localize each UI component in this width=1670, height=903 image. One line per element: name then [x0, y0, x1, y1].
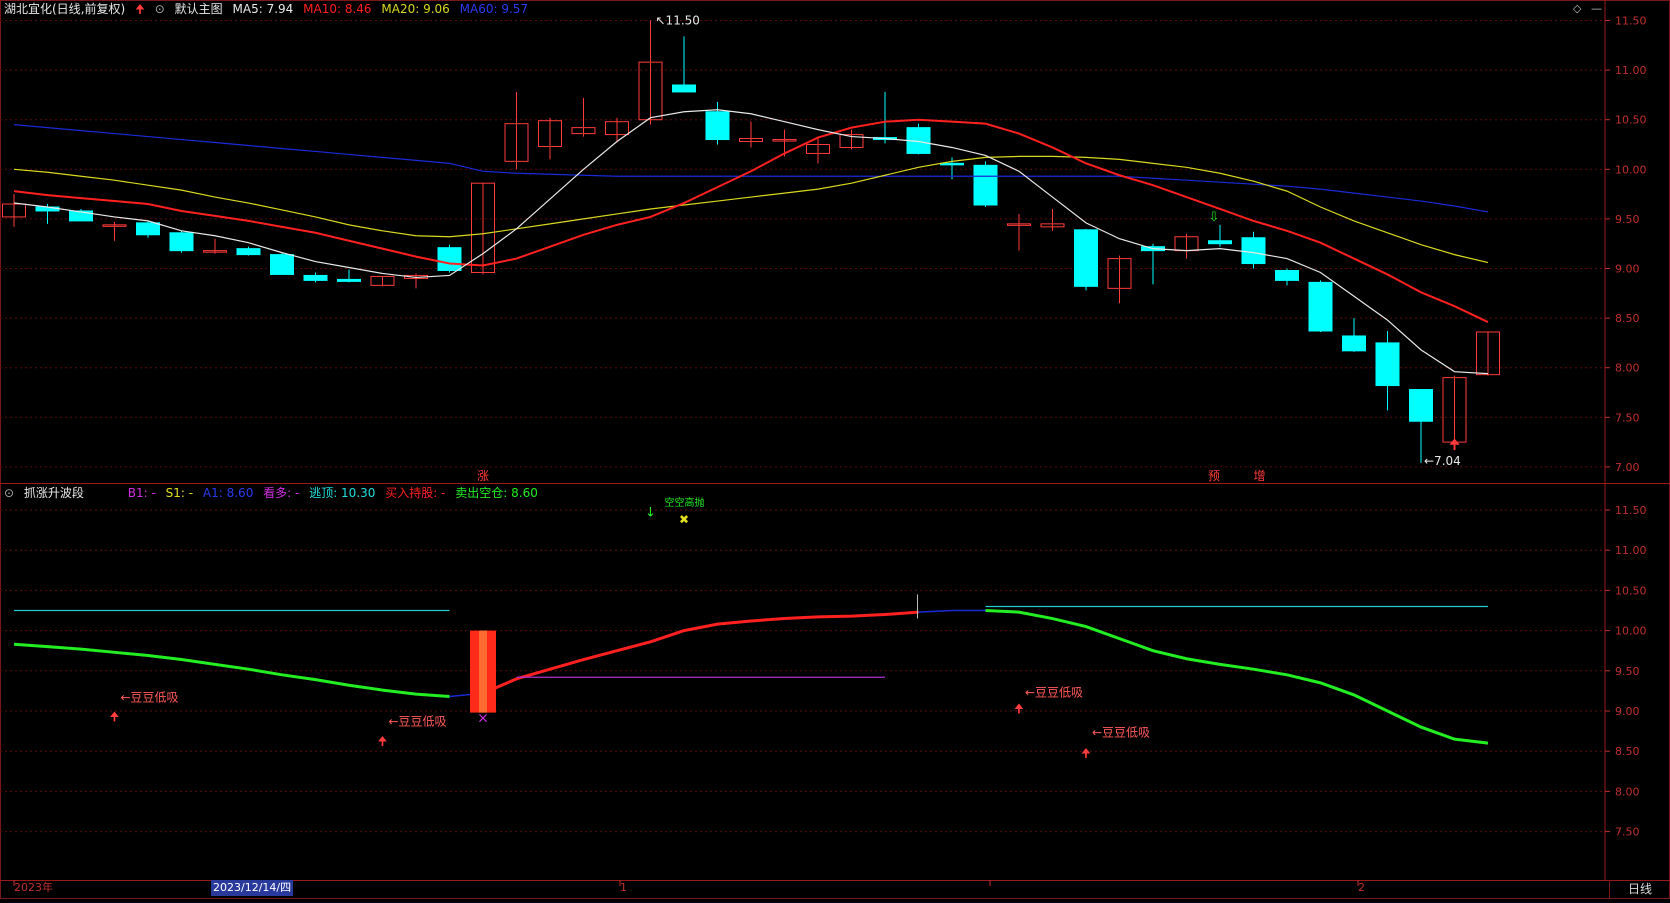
low-buy-arrow-icon: 🠉 — [1081, 746, 1091, 760]
signal-yu: 预 — [1208, 469, 1220, 483]
main-header: 湖北宜化(日线,前复权) 🠉 ⊙ 默认主图 MA5: 7.94 MA10: 8.… — [4, 1, 534, 17]
sub-header: ⊙ 抓涨升波段 B1: - S1: - A1: 8.60 看多: - 逃顶: 1… — [4, 485, 544, 501]
diamond-icon[interactable]: ◇ — [1573, 2, 1581, 15]
candle-body — [1275, 269, 1299, 281]
buy-cross-icon: × — [477, 711, 489, 727]
chart-settings-icon[interactable]: ⊙ — [155, 2, 165, 16]
sell-signal-icon: 🠉 — [1449, 437, 1461, 453]
wave-blue-link-2 — [918, 609, 986, 613]
candle-body — [1342, 335, 1366, 352]
chart-name[interactable]: 默认主图 — [175, 2, 223, 16]
price-tick-label: 11.00 — [1615, 64, 1647, 77]
buy-hold-label: 买入持股: - — [385, 486, 446, 500]
signal-zhang: 涨 — [477, 468, 489, 483]
period-button[interactable]: 日线 — [1609, 880, 1670, 898]
candle-body — [337, 278, 361, 282]
sub-tick-label: 7.50 — [1615, 826, 1640, 839]
low-buy-arrow-icon: 🠉 — [378, 734, 388, 748]
sub-tick-label: 11.50 — [1615, 504, 1647, 517]
candle-body — [270, 254, 294, 275]
candle-body — [940, 162, 964, 166]
candle-body — [1308, 281, 1333, 332]
ma10-line — [13, 118, 1489, 323]
outer-frame — [0, 0, 1670, 899]
candle-body — [705, 111, 730, 141]
b1-label: B1: - — [127, 486, 156, 500]
low-buy-arrow-icon: 🠉 — [110, 710, 120, 724]
candle-body — [303, 274, 328, 281]
price-tick-label: 11.50 — [1615, 15, 1647, 28]
sub-tick-label: 9.50 — [1615, 665, 1640, 678]
price-tick-label: 10.50 — [1615, 114, 1647, 127]
ma5-label: MA5: 7.94 — [232, 2, 294, 16]
date-month-1: 1 — [620, 881, 627, 894]
date-selected[interactable]: 2023/12/14/四 — [211, 880, 294, 896]
ma10-label: MA10: 8.46 — [303, 2, 372, 16]
price-tick-label: 8.00 — [1615, 362, 1640, 375]
sub-tick-label: 10.50 — [1615, 584, 1647, 597]
low-buy-label: ←豆豆低吸 — [1025, 686, 1083, 700]
price-tick-label: 7.00 — [1615, 461, 1640, 474]
buy-signal-icon: ⇩ — [1209, 210, 1220, 225]
low-buy-label: ←豆豆低吸 — [389, 714, 447, 728]
ma60-label: MA60: 9.57 — [459, 2, 529, 16]
signal-zeng: 增 — [1253, 469, 1265, 483]
candle-body — [1074, 229, 1098, 287]
sub-tick-label: 8.00 — [1615, 785, 1640, 798]
candle-body — [1208, 240, 1232, 245]
indicator-name[interactable]: 抓涨升波段 — [24, 486, 84, 500]
candle-body — [1409, 389, 1433, 422]
price-tick-label: 7.50 — [1615, 411, 1640, 424]
sub-top-text: 空空高抛 — [665, 496, 705, 509]
candle-body — [437, 247, 462, 271]
ma5-line — [13, 109, 1489, 375]
sell-empty-label: 卖出空仓: 8.60 — [455, 486, 538, 500]
minus-icon[interactable]: — — [1591, 2, 1602, 15]
date-year: 2023年 — [14, 881, 53, 894]
taoding-label: 逃顶: 10.30 — [309, 486, 376, 500]
low-buy-label: ←豆豆低吸 — [121, 690, 179, 704]
price-tick-label: 9.50 — [1615, 213, 1640, 226]
candle-body — [973, 164, 998, 206]
low-price-label: ←7.04 — [1424, 454, 1461, 468]
low-buy-arrow-icon: 🠉 — [1014, 702, 1024, 716]
window-controls: ◇ — — [1573, 2, 1602, 15]
sub-tick-label: 11.00 — [1615, 544, 1647, 557]
chart-canvas[interactable]: 11.50 11.00 10.50 10.00 9.50 9.00 8.50 8.00 7.50… — [0, 0, 1670, 899]
sub-sell-cross-icon: ✖ — [679, 513, 689, 527]
price-tick-label: 10.00 — [1615, 163, 1647, 176]
price-tick-label: 8.50 — [1615, 312, 1640, 325]
candle-body — [236, 248, 261, 256]
candle-body — [169, 232, 194, 252]
sub-tick-label: 8.50 — [1615, 745, 1640, 758]
candle-body — [136, 222, 160, 236]
candle-body — [1375, 342, 1400, 387]
candle-body — [1241, 237, 1266, 265]
sub-tick-label: 10.00 — [1615, 625, 1647, 638]
low-buy-label: ←豆豆低吸 — [1092, 726, 1150, 740]
stock-title[interactable]: 湖北宜化(日线,前复权) — [4, 2, 125, 16]
date-month-2: 2 — [1358, 881, 1365, 894]
sub-tick-label: 9.00 — [1615, 705, 1640, 718]
chart-window: 11.50 11.00 10.50 10.00 9.50 9.00 8.50 8.00 7.50… — [0, 0, 1670, 899]
candle-body — [672, 84, 696, 93]
s1-label: S1: - — [165, 486, 194, 500]
wave-red-line — [482, 610, 919, 695]
sub-settings-icon[interactable]: ⊙ — [4, 486, 14, 500]
a1-label: A1: 8.60 — [202, 486, 254, 500]
ma20-label: MA20: 9.06 — [381, 2, 450, 16]
price-tick-label: 9.00 — [1615, 263, 1640, 276]
high-price-label: ↖11.50 — [656, 14, 700, 28]
buy-signal-bar-core — [479, 630, 487, 713]
up-arrow-icon: 🠉 — [135, 2, 145, 16]
sub-down-arrow-icon: ↓ — [645, 505, 656, 520]
kanduo-label: 看多: - — [263, 486, 300, 500]
